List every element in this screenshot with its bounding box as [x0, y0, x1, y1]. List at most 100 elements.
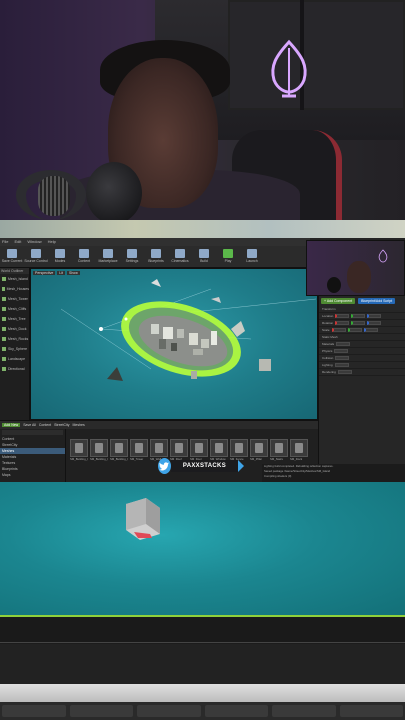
- asset-thumbnail[interactable]: [210, 439, 228, 457]
- asset-thumbnail[interactable]: [110, 439, 128, 457]
- social-overlay: PAXXSTACKS: [158, 457, 244, 475]
- content-button[interactable]: Content: [74, 247, 94, 267]
- menu-file[interactable]: File: [2, 238, 8, 246]
- asset-thumbnail[interactable]: [250, 439, 268, 457]
- screen: File Edit Window Help Save Current Sourc…: [0, 0, 405, 720]
- leaf-icon: [271, 39, 307, 98]
- menu-bar: File Edit Window Help: [0, 238, 310, 246]
- outliner-row[interactable]: Mesh_Houses: [0, 284, 29, 294]
- bottom-panels: [0, 617, 405, 720]
- asset-label: SM_Tower: [130, 457, 144, 461]
- content-icon: [79, 248, 89, 258]
- zoomed-viewport[interactable]: [0, 482, 405, 617]
- outliner-row[interactable]: Mesh_Cliffs: [0, 304, 29, 314]
- menu-help[interactable]: Help: [48, 238, 56, 246]
- breadcrumb-streetcity[interactable]: StreetCity: [54, 423, 69, 427]
- taskbar-item[interactable]: [137, 705, 201, 717]
- launch-button[interactable]: Launch: [242, 247, 262, 267]
- island-scene: [60, 279, 317, 381]
- save-button[interactable]: Save Current: [2, 247, 22, 267]
- taskbar-item[interactable]: [69, 705, 133, 717]
- asset-thumbnail[interactable]: [170, 439, 188, 457]
- content-browser-toolbar: Add New Save All Content StreetCity Mesh…: [0, 421, 318, 429]
- asset-thumbnail[interactable]: [150, 439, 168, 457]
- details-row[interactable]: Collision: [319, 355, 405, 362]
- build-button[interactable]: Build: [194, 247, 214, 267]
- leaf-icon: [378, 249, 388, 263]
- asset-label: SM_Building_02: [90, 457, 108, 461]
- folder-item[interactable]: Maps: [0, 472, 65, 478]
- asset-thumbnail[interactable]: [290, 439, 308, 457]
- blueprint-script-button[interactable]: Blueprint/Add Script: [358, 298, 396, 304]
- add-component-button[interactable]: + Add Component: [321, 298, 356, 304]
- add-new-button[interactable]: Add New: [2, 423, 21, 427]
- asset-label: SM_Dock: [290, 457, 303, 461]
- chevron-right-icon: [238, 460, 244, 472]
- outliner-row[interactable]: Mesh_Tree: [0, 314, 29, 324]
- level-viewport[interactable]: Perspective Lit Show: [30, 268, 318, 420]
- blueprints-button[interactable]: Blueprints: [146, 247, 166, 267]
- asset-thumbnail[interactable]: [190, 439, 208, 457]
- taskbar-item[interactable]: [204, 705, 268, 717]
- asset-thumbnail[interactable]: [230, 439, 248, 457]
- modes-icon: [55, 248, 65, 258]
- details-row: Transform: [319, 306, 405, 313]
- settings-icon: [127, 248, 137, 258]
- unreal-editor: File Edit Window Help Save Current Sourc…: [0, 220, 405, 482]
- taskbar-item[interactable]: [339, 705, 403, 717]
- log-line: Compiling shaders (0): [264, 474, 292, 478]
- outliner-row[interactable]: Sky_Sphere: [0, 344, 29, 354]
- asset-label: SM_Stairs: [270, 457, 283, 461]
- details-row[interactable]: Rendering: [319, 369, 405, 376]
- outliner-row[interactable]: Directional: [0, 364, 29, 374]
- timeline-bar: [0, 617, 405, 643]
- outliner-row[interactable]: Mesh_Tower: [0, 294, 29, 304]
- modes-button[interactable]: Modes: [50, 247, 70, 267]
- outliner-row[interactable]: Mesh_Dock: [0, 324, 29, 334]
- asset-label: SM_Building_01: [70, 457, 88, 461]
- details-row[interactable]: Rotation: [319, 320, 405, 327]
- webcam-feed: [0, 0, 405, 220]
- breadcrumb-content[interactable]: Content: [39, 423, 51, 427]
- details-row[interactable]: Scale: [319, 327, 405, 334]
- taskbar-item[interactable]: [2, 705, 66, 717]
- details-panel: + Add Component Blueprint/Add Script Tra…: [318, 296, 405, 482]
- source-control-button[interactable]: Source Control: [24, 247, 48, 267]
- source-control-icon: [31, 248, 41, 258]
- marketplace-button[interactable]: Marketplace: [98, 247, 118, 267]
- details-row[interactable]: Physics: [319, 348, 405, 355]
- asset-thumbnail[interactable]: [70, 439, 88, 457]
- play-button[interactable]: Play: [218, 247, 238, 267]
- editor-background-tabs: [0, 220, 405, 238]
- asset-thumbnail[interactable]: [270, 439, 288, 457]
- streamer-face: [347, 261, 371, 293]
- selected-mesh: [126, 498, 160, 540]
- mic-grill: [38, 176, 70, 216]
- status-bar: [0, 684, 405, 702]
- breadcrumb-meshes[interactable]: Meshes: [73, 423, 85, 427]
- details-row[interactable]: Materials: [319, 341, 405, 348]
- save-all-button[interactable]: Save All: [23, 423, 36, 427]
- folder-tree: Content StreetCity Meshes Materials Text…: [0, 429, 66, 482]
- menu-edit[interactable]: Edit: [14, 238, 21, 246]
- outliner-row[interactable]: Landscape: [0, 354, 29, 364]
- blueprint-icon: [151, 248, 161, 258]
- microphone-icon: [327, 277, 341, 293]
- details-row: Static Mesh: [319, 334, 405, 341]
- cinematics-button[interactable]: Cinematics: [170, 247, 190, 267]
- settings-button[interactable]: Settings: [122, 247, 142, 267]
- asset-thumbnail[interactable]: [90, 439, 108, 457]
- menu-window[interactable]: Window: [27, 238, 41, 246]
- output-log: Lighting build completed. Rebuilding ref…: [262, 464, 405, 482]
- asset-thumbnail[interactable]: [130, 439, 148, 457]
- outliner-row[interactable]: Mesh_Rocks: [0, 334, 29, 344]
- editor-panel: [0, 644, 405, 684]
- details-row[interactable]: Lighting: [319, 362, 405, 369]
- social-handle: PAXXSTACKS: [170, 460, 238, 472]
- outliner-row[interactable]: Mesh_Island: [0, 274, 29, 284]
- pip-camera: [306, 240, 405, 296]
- folder-search-input[interactable]: [2, 430, 63, 435]
- cinematics-icon: [175, 248, 185, 258]
- taskbar-item[interactable]: [272, 705, 336, 717]
- details-row[interactable]: Location: [319, 313, 405, 320]
